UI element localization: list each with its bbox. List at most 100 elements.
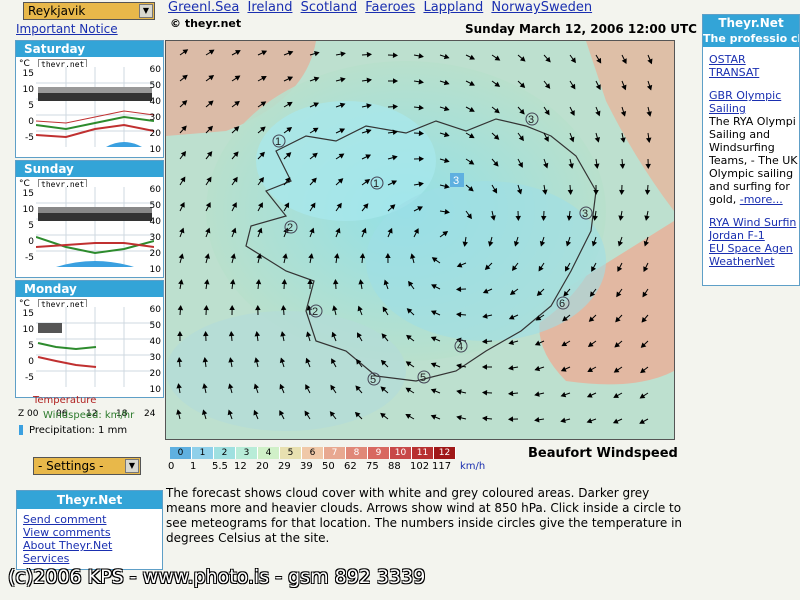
scale-speed: 62: [344, 461, 357, 472]
temp-9: 5: [420, 372, 426, 384]
temp-1: 1: [275, 136, 281, 148]
temp-4: 3: [453, 175, 459, 187]
scale-level-4: 4: [258, 447, 280, 459]
map-canvas[interactable]: 1 3 1 3 2 2 4 5 5 6 3: [166, 41, 674, 439]
nav-link-scotland[interactable]: Scotland: [301, 0, 358, 15]
unit-label: °C: [19, 179, 30, 189]
scale-level-1: 1: [192, 447, 214, 459]
temp-3: 1: [373, 178, 379, 190]
theyr-links-box: Theyr.Net Send comment View comments Abo…: [16, 490, 163, 570]
unit-label: °C: [19, 59, 30, 69]
map-copyright: © theyr.net: [170, 17, 242, 30]
photo-watermark: (c)2006 KPS - www.photo.is - gsm 892 333…: [8, 566, 426, 588]
meteogram-plot: [36, 187, 154, 267]
scale-level-0: 0: [170, 447, 192, 459]
services-link[interactable]: Services: [23, 552, 156, 565]
jordan-f1-link[interactable]: Jordan F-1: [709, 229, 793, 242]
nav-link-greenl-sea[interactable]: Greenl.Sea: [168, 0, 239, 15]
left-ticks: 15 10 5 0 -5: [22, 69, 34, 143]
scale-level-11: 11: [412, 447, 434, 459]
scale-speed: 102: [410, 461, 430, 472]
theyr-box-title: Theyr.Net: [17, 491, 162, 509]
about-link[interactable]: About Theyr.Net: [23, 539, 156, 552]
scale-level-3: 3: [236, 447, 258, 459]
left-ticks: 15 10 5 0 -5: [22, 309, 34, 383]
settings-label: - Settings -: [38, 459, 104, 473]
legend-windspeed: Windspeed: km/hr: [43, 410, 135, 421]
meteogram-plot: [36, 67, 154, 147]
sponsor-text-1: The RYA Olympi: [709, 115, 796, 128]
nav-link-norwaysweden[interactable]: NorwaySweden: [491, 0, 592, 15]
eu-space-link[interactable]: EU Space Agen: [709, 242, 793, 255]
map-description: The forecast shows cloud cover with whit…: [166, 486, 683, 545]
temp-8: 5: [370, 374, 376, 386]
scale-speed: 20: [256, 461, 269, 472]
rya-windsurf-link[interactable]: RYA Wind Surfin: [709, 216, 796, 229]
scale-level-10: 10: [390, 447, 412, 459]
sponsor-text-6: and surfing for: [709, 180, 790, 193]
sponsor-title: Theyr.Net: [703, 15, 799, 31]
meteogram-plot: [36, 307, 154, 387]
gbr-olympic-link[interactable]: GBR Olympic: [709, 89, 793, 102]
meteogram[interactable]: °C theyr.net 151050-5 605040302010 Z 000…: [16, 297, 163, 419]
sponsor-text-7: gold,: [709, 193, 737, 206]
scale-level-7: 7: [324, 447, 346, 459]
scale-level-5: 5: [280, 447, 302, 459]
temp-5: 2: [287, 222, 293, 234]
scale-speed: 88: [388, 461, 401, 472]
send-comment-link[interactable]: Send comment: [23, 513, 156, 526]
scale-level-8: 8: [346, 447, 368, 459]
day-panel-monday[interactable]: Monday °C theyr.net 15 10 5 0 -5 60 50 40 30 20 1…: [15, 280, 164, 419]
sponsor-subtitle: The professio choice of:: [703, 31, 799, 47]
ostar-link[interactable]: OSTAR: [709, 53, 793, 66]
left-ticks: 15 10 5 0 -5: [22, 189, 34, 263]
right-ticks: 60 50 40 30 20 10: [149, 305, 161, 395]
scale-values: 0 1 5.5 12 20 29 39 50 62 75 88 102 117 km/h: [168, 461, 510, 475]
location-value: Reykjavik: [28, 4, 86, 18]
settings-select[interactable]: - Settings - ▼: [33, 457, 141, 475]
nav-link-lappland[interactable]: Lappland: [423, 0, 483, 15]
temp-11: 3: [582, 208, 588, 220]
weather-map[interactable]: 1 3 1 3 2 2 4 5 5 6 3: [165, 40, 675, 440]
transat-link[interactable]: TRANSAT: [709, 66, 793, 79]
chevron-down-icon[interactable]: ▼: [125, 459, 139, 473]
temp-2: 3: [528, 114, 534, 126]
region-nav: Greenl.Sea Ireland Scotland Faeroes Lapp…: [168, 0, 596, 15]
important-notice-link[interactable]: Important Notice: [16, 22, 118, 36]
chevron-down-icon[interactable]: ▼: [139, 4, 153, 18]
scale-level-6: 6: [302, 447, 324, 459]
scale-cells: 0 1 2 3 4 5 6 7 8 9 10 11 12: [170, 447, 510, 459]
day-title: Sunday: [16, 161, 163, 177]
right-ticks: 60 50 40 30 20 10: [149, 185, 161, 275]
meteogram[interactable]: °C theyr.net 151050-5 605040302010 Z 000…: [16, 177, 163, 299]
scale-speed: 75: [366, 461, 379, 472]
temp-6: 2: [312, 306, 318, 318]
scale-speed: 39: [300, 461, 313, 472]
sponsor-box: Theyr.Net The professio choice of: OSTAR…: [702, 14, 800, 286]
temp-10: 6: [559, 298, 565, 310]
map-datetime: Sunday March 12, 2006 12:00 UTC: [465, 22, 697, 36]
scale-level-12: 12: [434, 447, 456, 459]
day-title: Monday: [16, 281, 163, 297]
view-comments-link[interactable]: View comments: [23, 526, 156, 539]
sponsor-text-2: Sailing and: [709, 128, 771, 141]
nav-link-faeroes[interactable]: Faeroes: [365, 0, 415, 15]
scale-speed: 29: [278, 461, 291, 472]
scale-speed: 117: [432, 461, 452, 472]
weathernet-link[interactable]: WeatherNet: [709, 255, 793, 268]
more-link[interactable]: -more...: [740, 193, 783, 206]
scale-level-2: 2: [214, 447, 236, 459]
nav-link-ireland[interactable]: Ireland: [247, 0, 292, 15]
day-panel-sunday[interactable]: Sunday °C theyr.net 15 10 5 0 -5 60 50 40 30 20 1…: [15, 160, 164, 299]
location-select[interactable]: Reykjavik ▼: [23, 2, 155, 20]
sponsor-text-4: Teams, - The UK: [709, 154, 798, 167]
meteogram[interactable]: °C theyr.net 151050-5 605040302010 Z 000…: [16, 57, 163, 179]
sailing-link[interactable]: Sailing: [709, 102, 793, 115]
legend-precip: Precipitation: 1 mm: [15, 425, 165, 436]
day-title: Saturday: [16, 41, 163, 57]
scale-speed: 5.5: [212, 461, 228, 472]
day-panel-saturday[interactable]: Saturday °C theyr.net 15 10 5 0 -5 60 50 40 30 2…: [15, 40, 164, 179]
unit-label: °C: [19, 299, 30, 309]
scale-speed: 1: [190, 461, 197, 472]
scale-unit: km/h: [460, 461, 486, 472]
